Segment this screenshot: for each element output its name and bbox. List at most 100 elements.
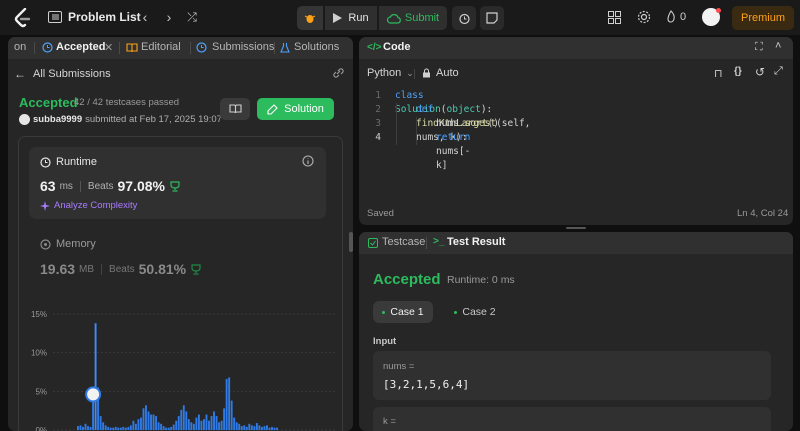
chart-bar[interactable] bbox=[109, 427, 112, 430]
chart-bar[interactable] bbox=[152, 414, 155, 430]
chart-bar[interactable] bbox=[132, 420, 135, 430]
leetcode-logo-icon[interactable] bbox=[14, 8, 32, 28]
vertical-resize-handle[interactable] bbox=[349, 232, 353, 252]
chart-bar[interactable] bbox=[187, 419, 190, 430]
tab-submissions[interactable]: Submissions bbox=[212, 41, 274, 53]
chart-bar[interactable] bbox=[142, 408, 145, 430]
solution-button[interactable]: Solution bbox=[257, 98, 334, 120]
chart-bar[interactable] bbox=[170, 426, 173, 430]
chart-bar[interactable] bbox=[122, 426, 125, 430]
chart-bar[interactable] bbox=[190, 422, 193, 430]
expand-icon[interactable]: ⛶ bbox=[755, 41, 763, 54]
tab-accepted[interactable]: Accepted bbox=[56, 41, 106, 53]
input-nums-box[interactable]: nums = [3,2,1,5,6,4] bbox=[373, 351, 771, 400]
user-avatar[interactable] bbox=[19, 114, 30, 125]
chart-bar[interactable] bbox=[137, 419, 140, 430]
chart-bar[interactable] bbox=[172, 424, 175, 430]
chart-bar[interactable] bbox=[230, 400, 233, 430]
chart-bar[interactable] bbox=[260, 426, 263, 430]
debug-button[interactable] bbox=[297, 6, 323, 30]
info-icon[interactable] bbox=[302, 155, 314, 167]
chart-bar[interactable] bbox=[208, 420, 210, 430]
tab-test-result[interactable]: Test Result bbox=[447, 236, 505, 248]
link-icon[interactable] bbox=[332, 67, 345, 79]
chart-bar[interactable] bbox=[162, 426, 165, 430]
chart-bar[interactable] bbox=[140, 417, 142, 430]
chart-bar[interactable] bbox=[89, 426, 92, 430]
back-to-submissions[interactable]: ← All Submissions bbox=[14, 67, 111, 81]
chart-bar[interactable] bbox=[147, 411, 150, 430]
your-submission-marker[interactable] bbox=[85, 386, 102, 403]
chart-bar[interactable] bbox=[245, 426, 248, 430]
chart-bar[interactable] bbox=[82, 426, 84, 430]
chart-bar[interactable] bbox=[99, 416, 102, 430]
code-title[interactable]: Code bbox=[383, 41, 411, 53]
chart-bar[interactable] bbox=[263, 426, 266, 430]
chart-bar[interactable] bbox=[175, 420, 178, 430]
list-icon[interactable] bbox=[48, 11, 62, 23]
chart-bar[interactable] bbox=[258, 425, 261, 430]
chart-bar[interactable] bbox=[240, 426, 243, 430]
chart-bar[interactable] bbox=[250, 425, 253, 430]
chart-bar[interactable] bbox=[150, 414, 152, 430]
streak-counter[interactable]: 0 bbox=[666, 10, 686, 23]
submit-button[interactable]: Submit bbox=[379, 6, 447, 30]
chart-bar[interactable] bbox=[276, 427, 278, 430]
username[interactable]: subba9999 bbox=[33, 114, 82, 125]
chart-bar[interactable] bbox=[195, 417, 198, 430]
chart-bar[interactable] bbox=[177, 416, 180, 430]
layout-grid-icon[interactable] bbox=[608, 11, 621, 24]
chart-bar[interactable] bbox=[271, 426, 273, 430]
chart-bar[interactable] bbox=[268, 427, 271, 430]
tab-solutions[interactable]: Solutions bbox=[294, 41, 339, 53]
chart-bar[interactable] bbox=[238, 423, 241, 430]
chart-bar[interactable] bbox=[127, 426, 130, 430]
chart-bar[interactable] bbox=[235, 422, 238, 430]
chevron-up-icon[interactable]: ˄ bbox=[775, 40, 781, 52]
chart-bar[interactable] bbox=[243, 425, 246, 430]
chart-bar[interactable] bbox=[248, 423, 251, 430]
chart-bar[interactable] bbox=[77, 426, 79, 430]
chevron-right-icon[interactable]: › bbox=[160, 8, 178, 26]
horizontal-resize-handle[interactable] bbox=[566, 227, 586, 229]
chart-bar[interactable] bbox=[180, 409, 183, 430]
chart-bar[interactable] bbox=[197, 414, 200, 430]
runtime-card[interactable]: Runtime 63 ms Beats 97.08% Analyze Compl… bbox=[29, 147, 326, 219]
chart-bar[interactable] bbox=[200, 420, 203, 430]
chart-bar[interactable] bbox=[266, 425, 268, 430]
chart-bar[interactable] bbox=[210, 416, 213, 430]
chart-bar[interactable] bbox=[167, 427, 170, 430]
language-select[interactable]: Python ⌄ bbox=[367, 67, 414, 79]
chart-bar[interactable] bbox=[79, 425, 82, 430]
format-braces-icon[interactable]: {} bbox=[734, 66, 742, 77]
timer-button[interactable] bbox=[452, 6, 476, 30]
case-1-tab[interactable]: Case 1 bbox=[373, 301, 433, 323]
chart-bar[interactable] bbox=[185, 411, 188, 430]
chart-bar[interactable] bbox=[160, 423, 163, 430]
chart-bar[interactable] bbox=[129, 425, 132, 430]
chart-bar[interactable] bbox=[255, 423, 258, 430]
close-tab-icon[interactable]: ✕ bbox=[104, 41, 113, 54]
chart-bar[interactable] bbox=[107, 426, 110, 430]
chart-bar[interactable] bbox=[117, 427, 120, 430]
chart-bar[interactable] bbox=[157, 422, 160, 430]
chart-bar[interactable] bbox=[215, 416, 218, 430]
chart-bar[interactable] bbox=[205, 414, 208, 430]
input-k-box[interactable]: k = bbox=[373, 407, 771, 431]
gear-icon[interactable] bbox=[637, 10, 651, 24]
chart-bar[interactable] bbox=[87, 426, 89, 430]
run-button[interactable]: Run bbox=[325, 6, 377, 30]
chart-bar[interactable] bbox=[102, 422, 105, 430]
chart-bar[interactable] bbox=[112, 427, 115, 430]
auto-mode[interactable]: Auto bbox=[422, 67, 459, 79]
chart-bar[interactable] bbox=[218, 422, 221, 430]
chart-bar[interactable] bbox=[134, 423, 137, 430]
chart-bar[interactable] bbox=[233, 417, 236, 430]
case-2-tab[interactable]: Case 2 bbox=[445, 301, 505, 323]
chart-bar[interactable] bbox=[253, 426, 256, 430]
tab-partial[interactable]: on bbox=[14, 41, 26, 53]
fullscreen-icon[interactable]: ⤢ bbox=[774, 65, 783, 78]
chart-bar[interactable] bbox=[145, 405, 147, 430]
chart-bar[interactable] bbox=[114, 426, 117, 430]
chart-bar[interactable] bbox=[155, 416, 158, 430]
